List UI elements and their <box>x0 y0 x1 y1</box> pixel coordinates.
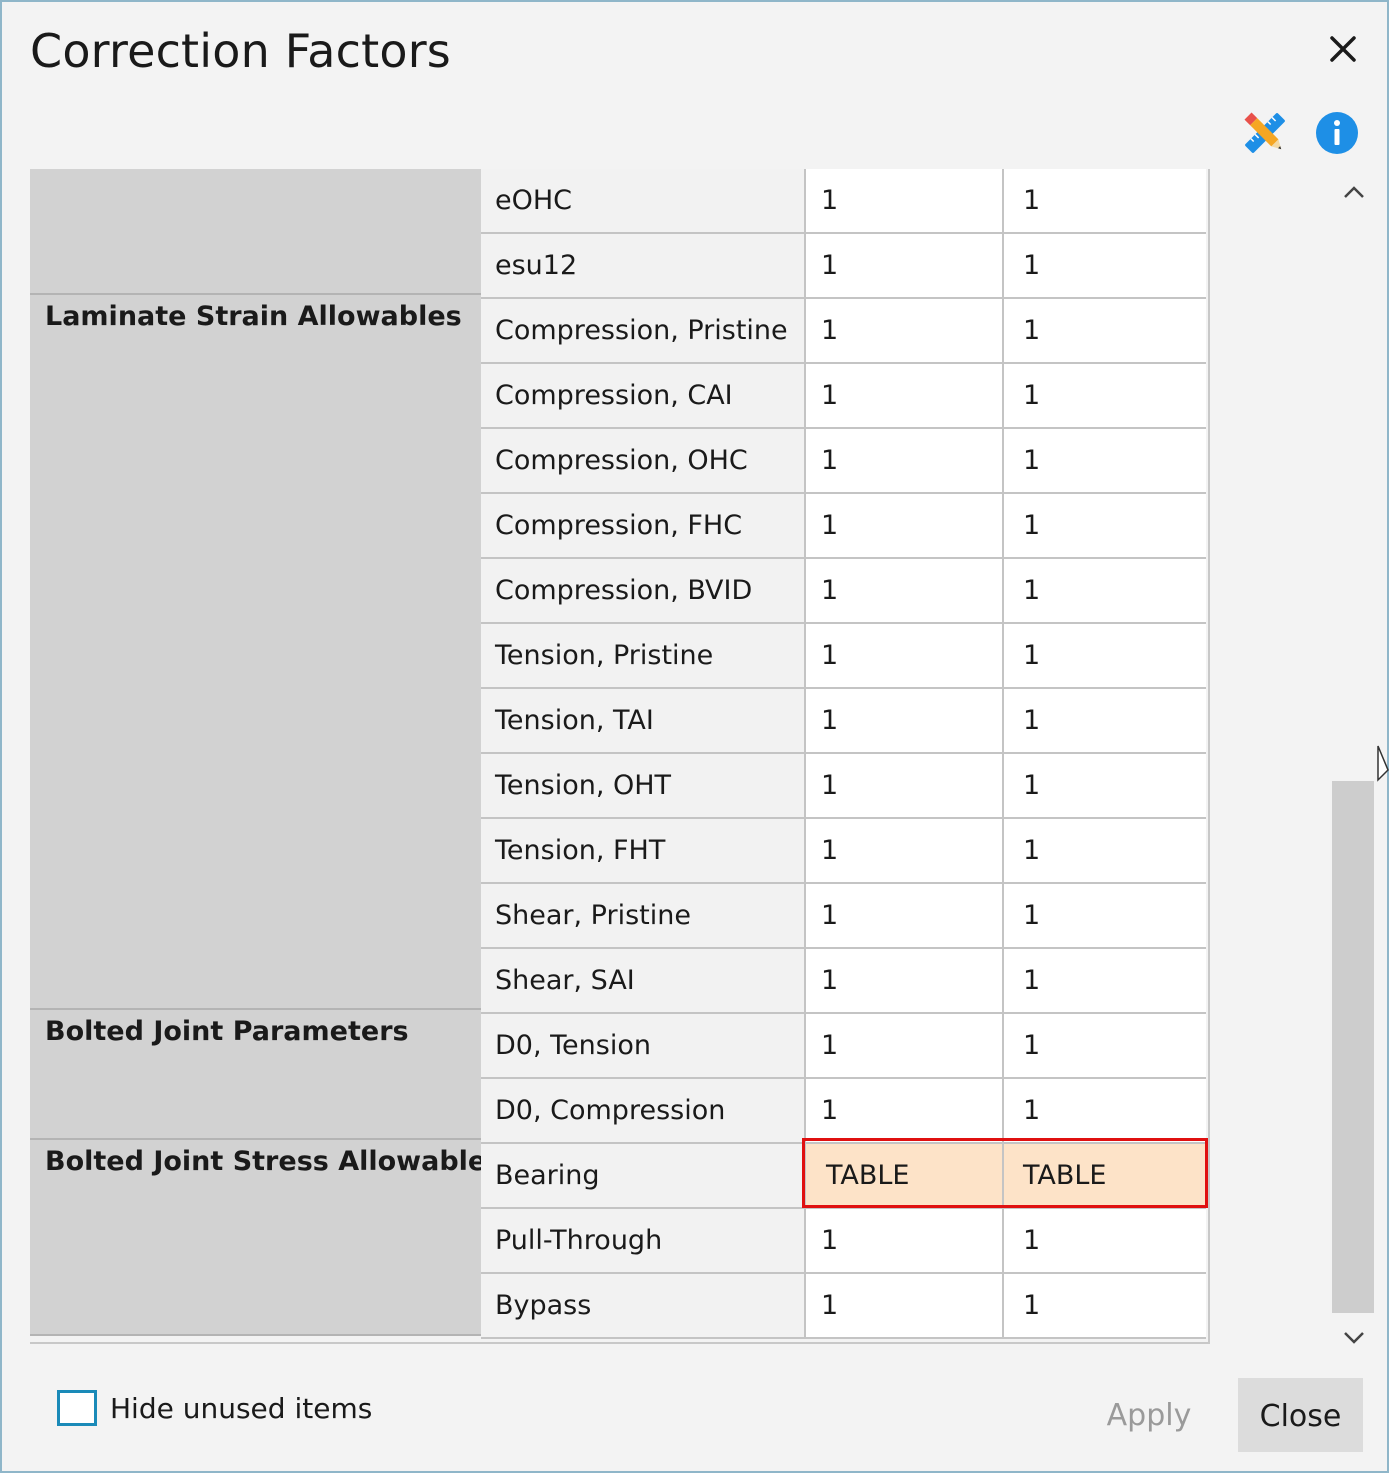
row-name: Shear, SAI <box>481 949 806 1012</box>
close-button[interactable]: Close <box>1238 1378 1363 1452</box>
value-cell-1[interactable]: 1 <box>806 429 1004 492</box>
mouse-cursor-icon <box>1377 745 1389 782</box>
hide-unused-checkbox[interactable] <box>57 1390 97 1426</box>
value-cell-1[interactable]: 1 <box>806 1274 1004 1337</box>
row-name: Compression, Pristine <box>481 299 806 362</box>
value-cell-1[interactable]: 1 <box>806 299 1004 362</box>
row-name: Tension, Pristine <box>481 624 806 687</box>
value-cell-1[interactable]: TABLE <box>806 1144 1004 1207</box>
value-cell-1[interactable]: 1 <box>806 1014 1004 1077</box>
value-cell-2[interactable]: 1 <box>1004 1274 1206 1337</box>
value-cell-2[interactable]: 1 <box>1004 949 1206 1012</box>
scroll-up-arrow-icon[interactable] <box>1340 180 1368 204</box>
table-row: Compression, Pristine 1 1 <box>481 299 1206 364</box>
table-row-bearing: Bearing TABLE TABLE <box>481 1144 1206 1209</box>
table-row: Tension, OHT 1 1 <box>481 754 1206 819</box>
apply-button[interactable]: Apply <box>1087 1380 1211 1452</box>
table-row: Tension, FHT 1 1 <box>481 819 1206 884</box>
row-name: Bypass <box>481 1274 806 1337</box>
info-icon[interactable] <box>1314 110 1360 156</box>
table-row: Tension, TAI 1 1 <box>481 689 1206 754</box>
value-cell-2[interactable]: 1 <box>1004 1079 1206 1142</box>
row-name: Compression, CAI <box>481 364 806 427</box>
group-label: Bolted Joint Stress Allowables <box>45 1146 503 1177</box>
value-cell-1[interactable]: 1 <box>806 1079 1004 1142</box>
row-name: esu12 <box>481 234 806 297</box>
group-bolted-joint-stress-allowables: Bolted Joint Stress Allowables <box>30 1140 502 1336</box>
row-name: D0, Compression <box>481 1079 806 1142</box>
value-cell-1[interactable]: 1 <box>806 689 1004 752</box>
value-cell-1[interactable]: 1 <box>806 364 1004 427</box>
correction-factors-dialog: Correction Factors Laminate Strain Allow… <box>0 0 1389 1473</box>
value-cell-2[interactable]: 1 <box>1004 884 1206 947</box>
value-cell-2[interactable]: 1 <box>1004 429 1206 492</box>
row-name: Bearing <box>481 1144 806 1207</box>
value-cell-2[interactable]: 1 <box>1004 1209 1206 1272</box>
table-row: esu12 1 1 <box>481 234 1206 299</box>
row-name: Compression, FHC <box>481 494 806 557</box>
value-cell-1[interactable]: 1 <box>806 559 1004 622</box>
table-row: Compression, OHC 1 1 <box>481 429 1206 494</box>
correction-factors-grid: Laminate Strain Allowables Bolted Joint … <box>30 169 1210 1344</box>
value-cell-2[interactable]: 1 <box>1004 624 1206 687</box>
scrollbar-thumb[interactable] <box>1332 781 1374 1313</box>
row-name: Tension, TAI <box>481 689 806 752</box>
value-cell-2[interactable]: TABLE <box>1004 1144 1206 1207</box>
table-row: Compression, CAI 1 1 <box>481 364 1206 429</box>
table-row: Bypass 1 1 <box>481 1274 1206 1339</box>
row-name: Shear, Pristine <box>481 884 806 947</box>
table-row: Shear, SAI 1 1 <box>481 949 1206 1014</box>
value-cell-2[interactable]: 1 <box>1004 754 1206 817</box>
value-cell-2[interactable]: 1 <box>1004 364 1206 427</box>
value-cell-1[interactable]: 1 <box>806 754 1004 817</box>
table-row: Compression, BVID 1 1 <box>481 559 1206 624</box>
hide-unused-label[interactable]: Hide unused items <box>110 1390 372 1428</box>
group-laminate-strain-allowables: Laminate Strain Allowables <box>30 295 481 1010</box>
value-cell-1[interactable]: 1 <box>806 234 1004 297</box>
value-cell-1[interactable]: 1 <box>806 884 1004 947</box>
scroll-down-arrow-icon[interactable] <box>1340 1326 1368 1350</box>
value-cell-2[interactable]: 1 <box>1004 494 1206 557</box>
group-label: Bolted Joint Parameters <box>45 1016 409 1047</box>
row-name: Tension, OHT <box>481 754 806 817</box>
group-bolted-joint-parameters: Bolted Joint Parameters <box>30 1010 481 1140</box>
pencil-ruler-icon[interactable] <box>1240 108 1290 158</box>
value-cell-1[interactable]: 1 <box>806 819 1004 882</box>
value-cell-2[interactable]: 1 <box>1004 689 1206 752</box>
close-icon[interactable] <box>1318 24 1368 74</box>
table-row: eOHC 1 1 <box>481 169 1206 234</box>
value-cell-1[interactable]: 1 <box>806 169 1004 232</box>
table-row: D0, Compression 1 1 <box>481 1079 1206 1144</box>
row-name: Compression, BVID <box>481 559 806 622</box>
row-name: Compression, OHC <box>481 429 806 492</box>
value-cell-2[interactable]: 1 <box>1004 1014 1206 1077</box>
value-cell-1[interactable]: 1 <box>806 494 1004 557</box>
value-cell-1[interactable]: 1 <box>806 1209 1004 1272</box>
value-cell-2[interactable]: 1 <box>1004 299 1206 362</box>
table-row: Shear, Pristine 1 1 <box>481 884 1206 949</box>
table-row: Tension, Pristine 1 1 <box>481 624 1206 689</box>
table-row: Pull-Through 1 1 <box>481 1209 1206 1274</box>
value-cell-1[interactable]: 1 <box>806 949 1004 1012</box>
value-cell-2[interactable]: 1 <box>1004 234 1206 297</box>
group-header <box>30 169 481 295</box>
table-row: Compression, FHC 1 1 <box>481 494 1206 559</box>
row-name: Tension, FHT <box>481 819 806 882</box>
value-cell-2[interactable]: 1 <box>1004 819 1206 882</box>
row-name: eOHC <box>481 169 806 232</box>
value-cell-2[interactable]: 1 <box>1004 559 1206 622</box>
value-cell-2[interactable]: 1 <box>1004 169 1206 232</box>
value-cell-1[interactable]: 1 <box>806 624 1004 687</box>
dialog-title: Correction Factors <box>30 24 451 78</box>
group-label: Laminate Strain Allowables <box>45 301 462 332</box>
row-name: D0, Tension <box>481 1014 806 1077</box>
table-row: D0, Tension 1 1 <box>481 1014 1206 1079</box>
row-name: Pull-Through <box>481 1209 806 1272</box>
